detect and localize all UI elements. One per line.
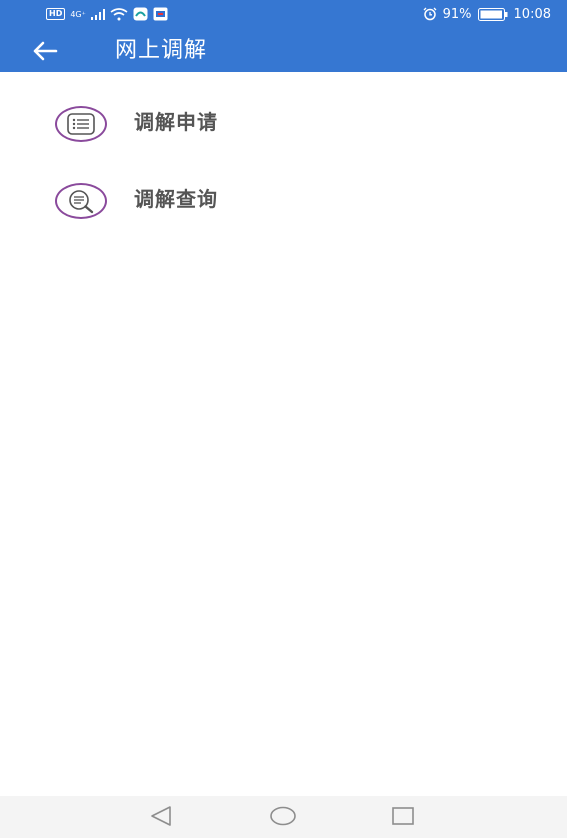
signal-icon [90,8,105,20]
menu-label-mediation-query: 调解查询 [134,187,218,211]
nav-back-button[interactable] [146,804,176,828]
status-bar: HD 4G⁺ 91% 10:08 [0,0,567,30]
menu-item-mediation-query[interactable]: 调解查询 [0,171,567,231]
clock: 10:08 [513,6,551,22]
page-title: 网上调解 [115,38,208,63]
wifi-icon [110,7,128,20]
menu-item-mediation-apply[interactable]: 调解申请 [0,94,567,154]
home-circle-icon [270,806,296,826]
nav-recents-button[interactable] [388,804,418,828]
app-notification-icon [133,7,148,21]
system-nav-bar [0,796,567,838]
recents-square-icon [392,807,414,825]
search-doc-icon [55,183,107,219]
arrow-left-icon [33,41,58,61]
battery-percent: 91% [442,6,472,22]
back-button[interactable] [28,38,62,64]
menu-label-mediation-apply: 调解申请 [134,110,218,134]
network-type: 4G⁺ [70,9,86,19]
list-icon [55,106,107,142]
hd-badge: HD [46,8,66,20]
back-triangle-icon [151,806,171,826]
app-notification-icon-2 [153,7,168,21]
app-bar: 网上调解 [0,30,567,72]
nav-home-button[interactable] [268,804,298,828]
alarm-icon [423,7,437,21]
battery-icon [477,7,508,21]
status-right: 91% 10:08 [423,5,551,23]
status-left-icons: HD 4G⁺ [46,6,168,22]
